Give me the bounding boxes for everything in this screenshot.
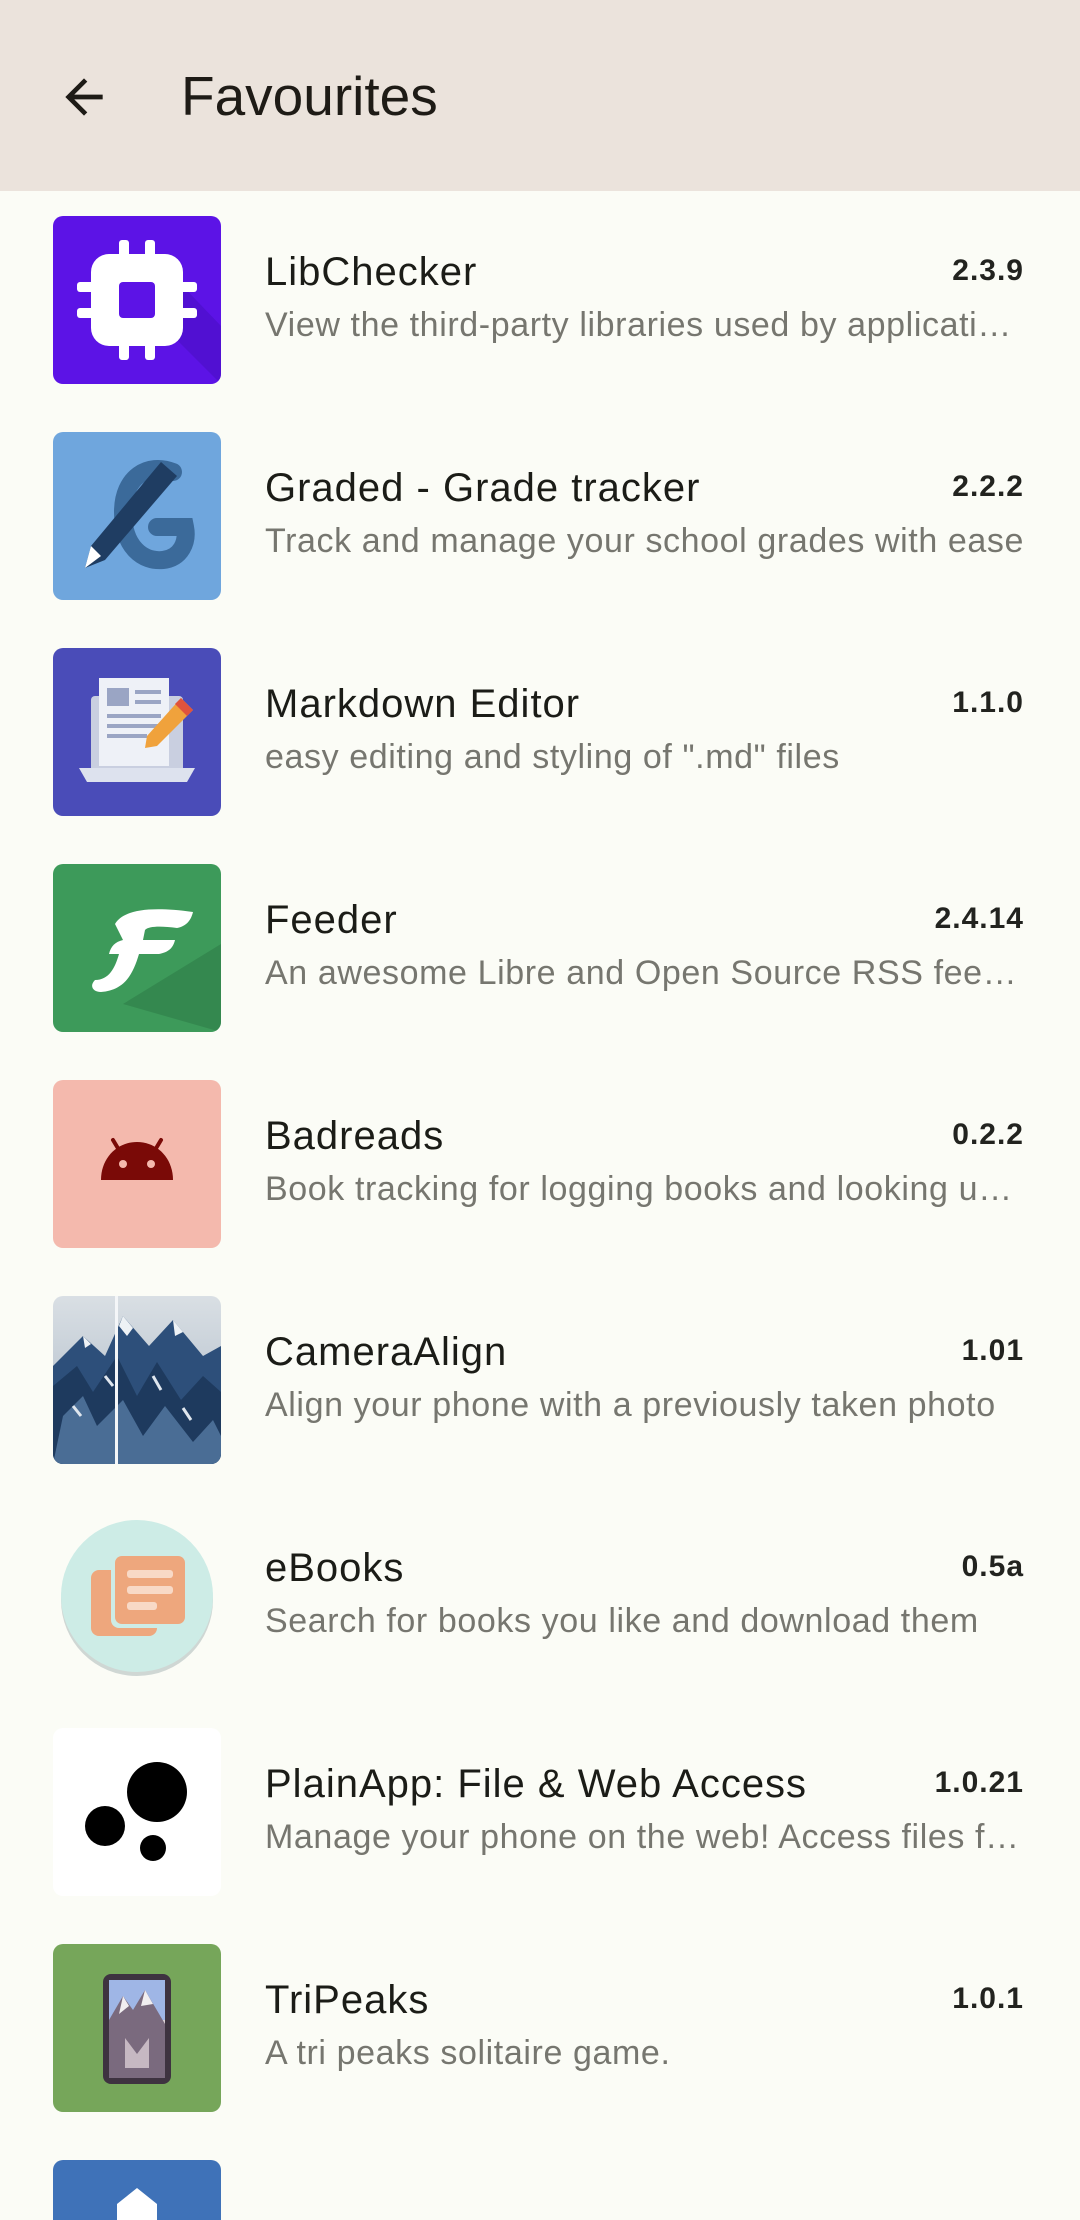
app-summary: Manage your phone on the web! Access fil…	[265, 1818, 1026, 1856]
app-summary: Search for books you like and download t…	[265, 1602, 979, 1640]
list-item-graded[interactable]: Graded - Grade tracker 2.2.2 Track and m…	[0, 407, 1080, 623]
list-item-tripeaks[interactable]: TriPeaks 1.0.1 A tri peaks solitaire gam…	[0, 1919, 1080, 2135]
libchecker-chip-icon	[53, 216, 221, 384]
plainapp-dots-icon	[53, 1728, 221, 1896]
list-item-libchecker[interactable]: LibChecker 2.3.9 View the third-party li…	[0, 191, 1080, 407]
tripeaks-card-icon	[53, 1944, 221, 2112]
ebooks-pages-icon	[53, 1512, 221, 1680]
app-name: Feeder	[265, 898, 398, 942]
page-title: Favourites	[181, 65, 438, 127]
app-name: LibChecker	[265, 250, 478, 294]
badreads-android-icon	[53, 1080, 221, 1248]
app-name: eBooks	[265, 1546, 405, 1590]
app-name: Graded - Grade tracker	[265, 466, 701, 510]
app-summary: Align your phone with a previously taken…	[265, 1386, 996, 1424]
app-name: Badreads	[265, 1114, 445, 1158]
feeder-f-icon	[53, 864, 221, 1032]
app-version: 2.2.2	[952, 470, 1024, 503]
list-item-partial[interactable]	[0, 2135, 1080, 2220]
list-item-markdown-editor[interactable]: Markdown Editor 1.1.0 easy editing and s…	[0, 623, 1080, 839]
app-summary: View the third-party libraries used by a…	[265, 306, 1026, 344]
list-item-cameraalign[interactable]: CameraAlign 1.01 Align your phone with a…	[0, 1271, 1080, 1487]
app-summary: easy editing and styling of ".md" files	[265, 738, 840, 776]
app-icon	[53, 2160, 221, 2220]
app-name: Markdown Editor	[265, 682, 581, 726]
list-item-feeder[interactable]: Feeder 2.4.14 An awesome Libre and Open …	[0, 839, 1080, 1055]
app-version: 1.0.21	[934, 1766, 1024, 1799]
app-version: 0.5a	[961, 1550, 1024, 1583]
app-summary: Book tracking for logging books and look…	[265, 1170, 1026, 1208]
list-item-ebooks[interactable]: eBooks 0.5a Search for books you like an…	[0, 1487, 1080, 1703]
app-summary: Track and manage your school grades with…	[265, 522, 1025, 560]
favourites-list: LibChecker 2.3.9 View the third-party li…	[0, 191, 1080, 2220]
app-summary: An awesome Libre and Open Source RSS fee…	[265, 954, 1026, 992]
app-version: 1.01	[961, 1334, 1024, 1367]
app-name: CameraAlign	[265, 1330, 508, 1374]
top-app-bar: Favourites	[0, 0, 1080, 191]
app-version: 0.2.2	[952, 1118, 1024, 1151]
app-version: 2.3.9	[952, 254, 1024, 287]
app-name: TriPeaks	[265, 1978, 430, 2022]
list-item-plainapp[interactable]: PlainApp: File & Web Access 1.0.21 Manag…	[0, 1703, 1080, 1919]
graded-pen-icon	[53, 432, 221, 600]
list-item-badreads[interactable]: Badreads 0.2.2 Book tracking for logging…	[0, 1055, 1080, 1271]
app-summary: A tri peaks solitaire game.	[265, 2034, 671, 2072]
arrow-back-icon	[65, 78, 103, 116]
app-name: PlainApp: File & Web Access	[265, 1762, 808, 1806]
markdown-editor-laptop-icon	[53, 648, 221, 816]
back-button[interactable]	[36, 49, 132, 145]
app-version: 1.0.1	[952, 1982, 1024, 2015]
app-version: 1.1.0	[952, 686, 1024, 719]
cameraalign-mountain-icon	[53, 1296, 221, 1464]
app-version: 2.4.14	[934, 902, 1024, 935]
